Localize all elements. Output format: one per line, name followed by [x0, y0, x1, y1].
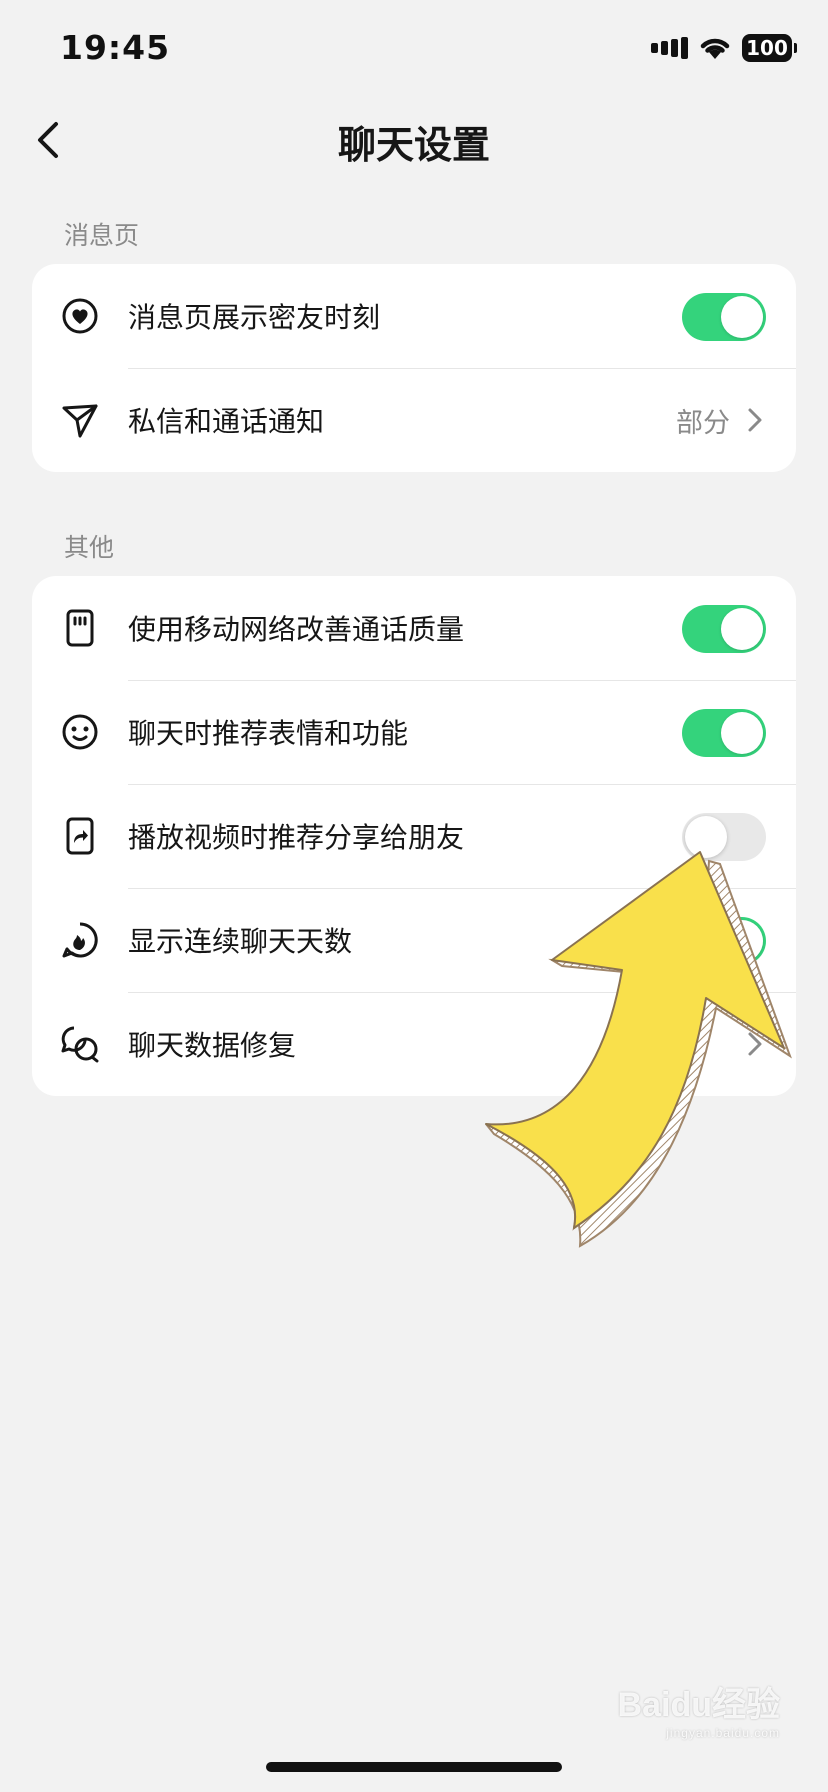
setting-row-recommend-share: 播放视频时推荐分享给朋友 [32, 784, 796, 888]
setting-label: 私信和通话通知 [128, 405, 325, 438]
setting-label: 聊天时推荐表情和功能 [128, 717, 409, 750]
sim-card-icon [66, 609, 94, 647]
send-icon [62, 404, 98, 438]
wifi-icon [700, 38, 730, 59]
settings-card-messages: 消息页展示密友时刻 私信和通话通知 部分 [32, 264, 796, 472]
setting-label: 使用移动网络改善通话质量 [128, 613, 465, 646]
section-label-messages: 消息页 [64, 221, 140, 250]
chevron-right-icon [748, 408, 762, 432]
chat-bubbles-icon [61, 1026, 99, 1063]
setting-row-show-friend-moments: 消息页展示密友时刻 [32, 264, 796, 368]
battery-level: 100 [746, 36, 788, 60]
page-title: 聊天设置 [337, 123, 490, 167]
home-indicator[interactable] [266, 1762, 562, 1772]
watermark-sub: jingyan.baidu.com [666, 1726, 780, 1740]
setting-row-dm-call-notifications[interactable]: 私信和通话通知 部分 [32, 368, 796, 472]
smiley-icon [62, 714, 98, 750]
watermark-main: Baidu经验 [617, 1686, 780, 1724]
setting-row-chat-data-repair[interactable]: 聊天数据修复 [32, 992, 796, 1096]
toggle-recommend-share[interactable] [682, 813, 766, 861]
flame-chat-icon [62, 922, 98, 958]
toggle-recommend-emoji[interactable] [682, 709, 766, 757]
status-icons: 100 [651, 34, 797, 62]
toggle-show-friend-moments[interactable] [682, 293, 766, 341]
setting-row-mobile-network-call: 使用移动网络改善通话质量 [32, 576, 796, 680]
status-time: 19:45 [60, 28, 171, 67]
battery-icon: 100 [742, 34, 797, 62]
share-card-icon [66, 817, 94, 855]
setting-label: 消息页展示密友时刻 [128, 301, 381, 334]
signal-icon [651, 37, 688, 59]
nav-bar: 聊天设置 [0, 100, 828, 184]
chevron-right-icon [748, 1032, 762, 1056]
setting-label: 聊天数据修复 [128, 1029, 297, 1062]
watermark: Baidu经验 jingyan.baidu.com [618, 1677, 780, 1740]
toggle-mobile-network-call[interactable] [682, 605, 766, 653]
setting-value: 部分 [676, 407, 730, 439]
setting-row-streak-days: 显示连续聊天天数 [32, 888, 796, 992]
toggle-streak-days[interactable] [682, 917, 766, 965]
settings-card-other: 使用移动网络改善通话质量 聊天时推荐表情和功能 播放视频时推荐分享给朋友 显示连… [32, 576, 796, 1096]
section-label-other: 其他 [64, 533, 115, 562]
setting-label: 播放视频时推荐分享给朋友 [128, 821, 465, 854]
setting-label: 显示连续聊天天数 [128, 925, 353, 958]
setting-row-recommend-emoji: 聊天时推荐表情和功能 [32, 680, 796, 784]
status-bar: 19:45 100 [0, 0, 828, 100]
heart-circle-icon [62, 298, 98, 334]
